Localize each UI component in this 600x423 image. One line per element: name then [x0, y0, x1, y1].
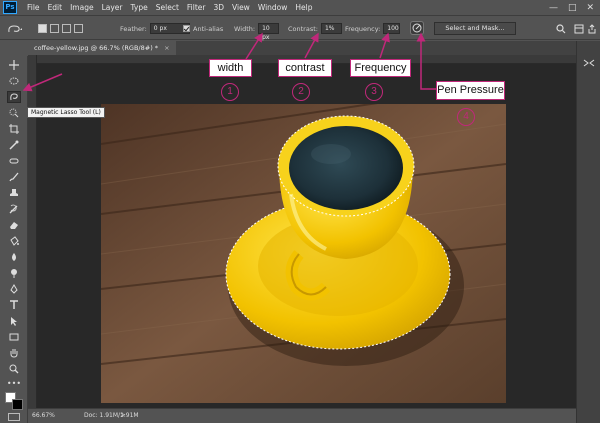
photoshop-window: Ps File Edit Image Layer Type Select Fil…	[0, 0, 600, 423]
annotation-width-label: width	[209, 59, 252, 77]
annotation-frequency-label: Frequency	[350, 59, 411, 77]
arrow-width	[245, 32, 263, 60]
annotation-pen-pressure-number: 4	[457, 108, 475, 126]
arrow-lasso	[22, 73, 63, 92]
annotation-contrast-label: contrast	[278, 59, 332, 77]
arrow-frequency	[379, 32, 390, 59]
annotation-width-number: 1	[221, 83, 239, 101]
annotation-frequency-number: 3	[365, 83, 383, 101]
arrow-pen-pressure	[416, 32, 436, 90]
annotation-contrast-number: 2	[292, 83, 310, 101]
annotation-pen-pressure-label: Pen Pressure	[436, 81, 505, 100]
arrow-contrast	[304, 32, 319, 59]
